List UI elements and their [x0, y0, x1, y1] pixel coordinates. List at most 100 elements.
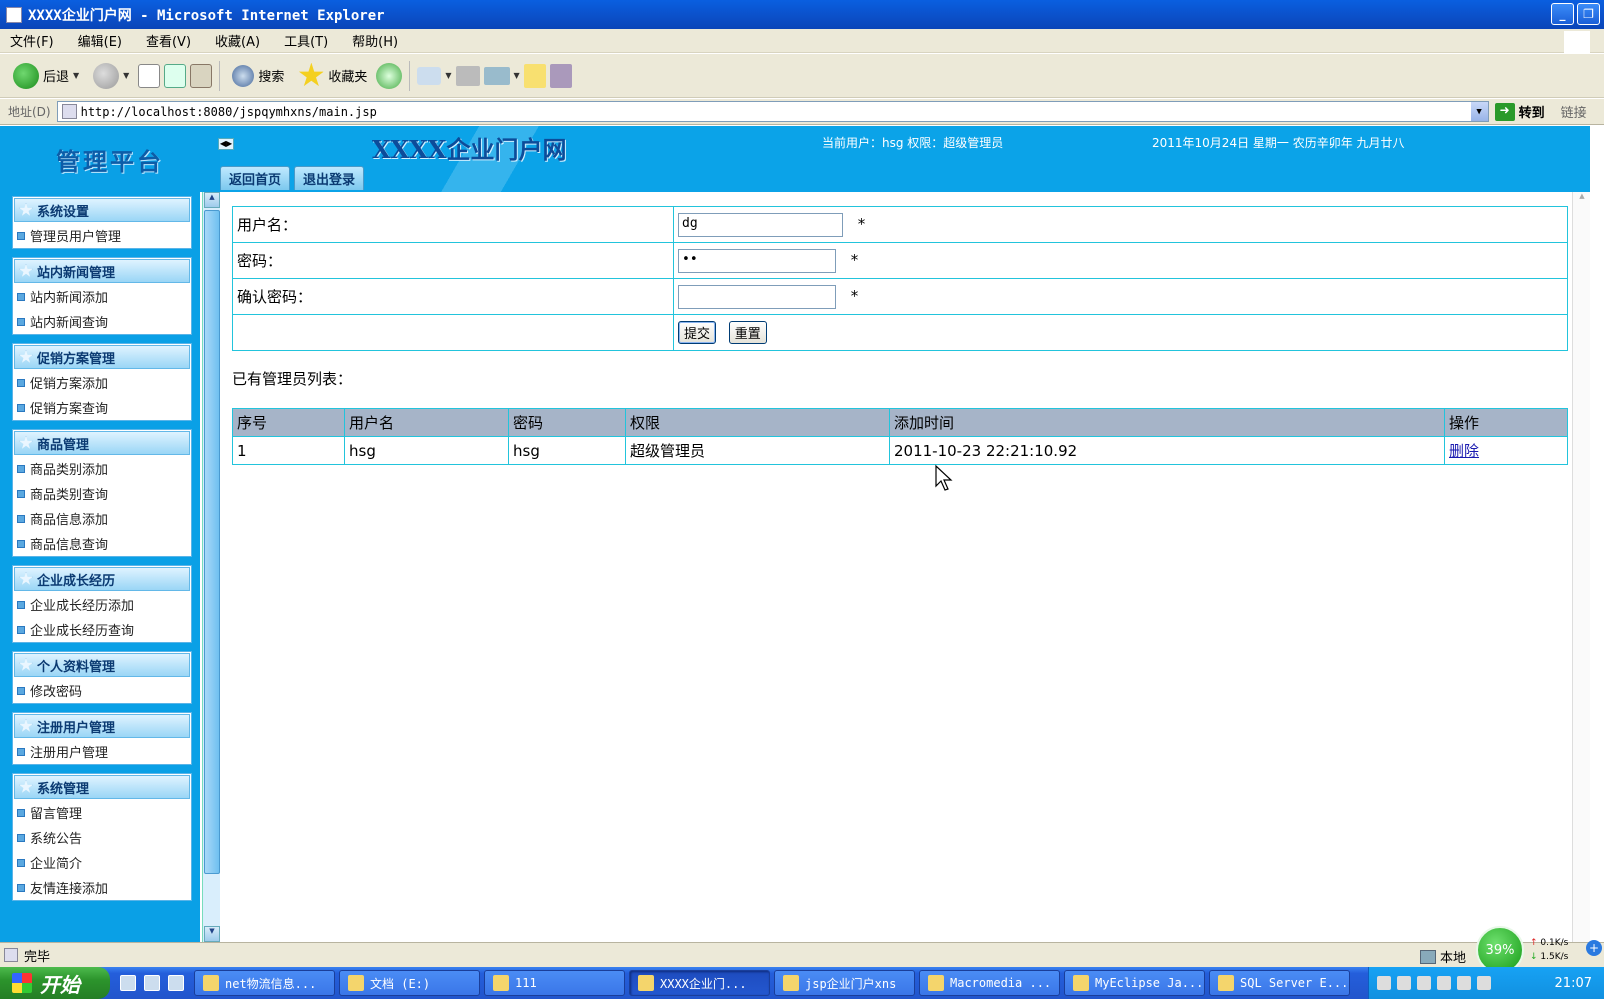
sidebar-item-announcements[interactable]: 系统公告: [13, 825, 191, 850]
forward-button[interactable]: ▼: [88, 61, 134, 91]
sidebar-group-header[interactable]: 个人资料管理: [14, 653, 190, 677]
task-button[interactable]: jsp企业门户xns: [774, 970, 915, 996]
task-button[interactable]: Macromedia ...: [919, 970, 1060, 996]
start-button[interactable]: 开始: [0, 967, 110, 999]
scroll-thumb[interactable]: [204, 210, 220, 874]
menu-favorites[interactable]: 收藏(A): [215, 31, 260, 50]
sidebar-item-category-query[interactable]: 商品类别查询: [13, 481, 191, 506]
sidebar-item-change-password[interactable]: 修改密码: [13, 678, 191, 703]
taskbar: 开始 net物流信息... 文档 (E:) 111 XXXX企业门... jsp…: [0, 967, 1604, 999]
scroll-up-icon[interactable]: ▲: [204, 192, 220, 208]
address-label: 地址(D): [8, 105, 51, 119]
refresh-icon[interactable]: [164, 63, 187, 88]
network-icon[interactable]: [1417, 976, 1431, 990]
minimize-button[interactable]: _: [1551, 3, 1574, 25]
sidebar-item-promo-query[interactable]: 促销方案查询: [13, 395, 191, 420]
mail-icon[interactable]: [417, 66, 442, 85]
delete-link[interactable]: 删除: [1449, 442, 1479, 460]
table-row: 1 hsg hsg 超级管理员 2011-10-23 22:21:10.92 删…: [232, 436, 1568, 465]
task-button[interactable]: MyEclipse Ja...: [1064, 970, 1205, 996]
menu-view[interactable]: 查看(V): [146, 31, 191, 50]
edit-icon[interactable]: [483, 66, 510, 85]
task-button-active[interactable]: XXXX企业门...: [629, 970, 770, 996]
desktop-quicklaunch-icon[interactable]: [168, 975, 184, 991]
sidebar-group-header[interactable]: 注册用户管理: [14, 714, 190, 738]
chevron-down-icon[interactable]: ▼: [1470, 102, 1488, 121]
sidebar-group-header[interactable]: 商品管理: [14, 431, 190, 455]
favorites-button[interactable]: 收藏夹: [293, 61, 372, 91]
antivirus-icon[interactable]: [1457, 976, 1471, 990]
sidebar-group-header[interactable]: 促销方案管理: [14, 345, 190, 369]
task-button[interactable]: 111: [484, 970, 625, 996]
sidebar-scrollbar[interactable]: ▲ ▼: [202, 192, 220, 942]
gift-icon[interactable]: [1477, 976, 1491, 990]
sidebar-item-history-query[interactable]: 企业成长经历查询: [13, 617, 191, 642]
submit-button[interactable]: 提交: [678, 321, 717, 344]
sidebar-item-category-add[interactable]: 商品类别添加: [13, 456, 191, 481]
links-button[interactable]: 链接: [1561, 102, 1587, 121]
plus-icon[interactable]: +: [1586, 940, 1602, 956]
messenger-icon[interactable]: [549, 63, 572, 88]
username-input[interactable]: dg: [678, 212, 843, 237]
sidebar-item-registered-users[interactable]: 注册用户管理: [13, 739, 191, 764]
chevron-down-icon[interactable]: ▼: [123, 71, 129, 80]
sidebar-item-news-add[interactable]: 站内新闻添加: [13, 284, 191, 309]
sidebar-item-messages[interactable]: 留言管理: [13, 800, 191, 825]
print-icon[interactable]: [455, 65, 480, 86]
col-header-added: 添加时间: [889, 408, 1445, 437]
menu-tools[interactable]: 工具(T): [284, 31, 328, 50]
chevron-down-icon[interactable]: ▼: [445, 71, 451, 80]
history-icon[interactable]: [376, 62, 403, 89]
menu-edit[interactable]: 编辑(E): [78, 31, 122, 50]
sidebar-item-admin-users[interactable]: 管理员用户管理: [13, 223, 191, 248]
stop-icon[interactable]: [138, 63, 161, 88]
sidebar-item-promo-add[interactable]: 促销方案添加: [13, 370, 191, 395]
sidebar-group-header[interactable]: 企业成长经历: [14, 567, 190, 591]
col-header-role: 权限: [625, 408, 890, 437]
menu-help[interactable]: 帮助(H): [352, 31, 398, 50]
go-button[interactable]: ➜ 转到: [1494, 102, 1545, 121]
sidebar-group-system-settings: 系统设置 管理员用户管理: [12, 196, 192, 249]
search-button[interactable]: 搜索: [227, 63, 289, 89]
sidebar-group-header[interactable]: 系统设置: [14, 198, 190, 222]
sidebar-item-product-query[interactable]: 商品信息查询: [13, 531, 191, 556]
tab-home[interactable]: 返回首页: [220, 166, 291, 190]
keyboard-icon[interactable]: [1377, 976, 1391, 990]
sidebar: 系统设置 管理员用户管理 站内新闻管理 站内新闻添加 站内新闻查询 促销方案管理…: [0, 192, 200, 942]
note-icon[interactable]: [523, 63, 546, 88]
task-button[interactable]: 文档 (E:): [339, 970, 480, 996]
chevron-down-icon[interactable]: ▼: [73, 71, 79, 80]
app-quicklaunch-icon[interactable]: [144, 975, 160, 991]
confirm-password-input[interactable]: [678, 284, 836, 309]
sidebar-item-product-add[interactable]: 商品信息添加: [13, 506, 191, 531]
reset-button[interactable]: 重置: [728, 321, 767, 344]
task-button[interactable]: net物流信息...: [194, 970, 335, 996]
address-url[interactable]: http://localhost:8080/jspqymhxns/main.js…: [81, 105, 377, 119]
back-button[interactable]: 后退 ▼: [8, 61, 84, 91]
tab-logout[interactable]: 退出登录: [294, 166, 365, 190]
chevron-down-icon[interactable]: ▼: [514, 71, 520, 80]
sidebar-item-company-intro[interactable]: 企业简介: [13, 850, 191, 875]
ie-quicklaunch-icon[interactable]: [120, 975, 136, 991]
admin-form: 用户名： dg * 密码： •• * 确认密码： * 提交 重置: [232, 206, 1568, 351]
home-icon[interactable]: [190, 63, 213, 88]
task-button[interactable]: SQL Server E...: [1209, 970, 1350, 996]
tray-arrow-icon[interactable]: [1397, 976, 1411, 990]
menu-file[interactable]: 文件(F): [10, 31, 54, 50]
sidebar-item-label: 促销方案添加: [30, 377, 109, 392]
sidebar-item-label: 商品信息添加: [30, 513, 109, 528]
sidebar-item-friend-links-add[interactable]: 友情连接添加: [13, 875, 191, 900]
sidebar-group-header[interactable]: 系统管理: [14, 775, 190, 799]
page-scrollbar[interactable]: ▲: [1572, 192, 1590, 942]
volume-icon[interactable]: [1437, 976, 1451, 990]
sidebar-item-history-add[interactable]: 企业成长经历添加: [13, 592, 191, 617]
scroll-up-icon[interactable]: ▲: [1574, 192, 1590, 208]
address-input[interactable]: http://localhost:8080/jspqymhxns/main.js…: [56, 101, 1489, 122]
username-label: 用户名：: [232, 206, 674, 243]
toggle-sidebar-icon[interactable]: ◀▶: [218, 138, 234, 150]
sidebar-group-header[interactable]: 站内新闻管理: [14, 259, 190, 283]
password-input[interactable]: ••: [678, 248, 836, 273]
restore-button[interactable]: ❐: [1577, 3, 1600, 25]
sidebar-item-news-query[interactable]: 站内新闻查询: [13, 309, 191, 334]
scroll-down-icon[interactable]: ▼: [204, 926, 220, 942]
